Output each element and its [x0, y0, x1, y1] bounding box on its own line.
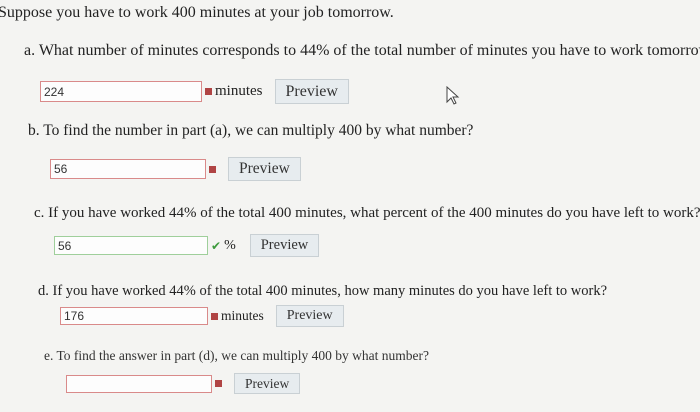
answer-row-e: Preview — [66, 373, 301, 394]
mouse-cursor-icon — [446, 86, 460, 105]
question-e-text: e. To find the answer in part (d), we ca… — [44, 348, 429, 363]
problem-intro: Suppose you have to work 400 minutes at … — [0, 4, 394, 21]
preview-button-c[interactable]: Preview — [249, 234, 320, 257]
unit-label-d: minutes — [221, 308, 264, 323]
incorrect-mark-icon — [209, 165, 216, 173]
answer-row-d: minutes Preview — [60, 305, 344, 327]
answer-input-c[interactable] — [54, 236, 208, 255]
answer-input-b[interactable] — [50, 159, 206, 179]
preview-button-a[interactable]: Preview — [274, 79, 349, 104]
answer-row-a: minutes Preview — [40, 79, 349, 104]
preview-button-e[interactable]: Preview — [234, 373, 301, 394]
incorrect-mark-icon — [205, 88, 212, 95]
incorrect-mark-icon — [215, 380, 222, 387]
answer-row-c: ✔ % Preview — [54, 234, 320, 257]
answer-row-b: Preview — [50, 157, 301, 181]
check-mark-icon: ✔ — [211, 238, 222, 253]
answer-input-d[interactable] — [60, 307, 208, 325]
answer-input-a[interactable] — [40, 81, 202, 102]
preview-button-b[interactable]: Preview — [228, 157, 301, 181]
incorrect-mark-icon — [211, 312, 218, 320]
preview-button-d[interactable]: Preview — [275, 305, 344, 327]
answer-input-e[interactable] — [66, 374, 212, 393]
unit-label-a: minutes — [215, 83, 263, 99]
unit-label-c: % — [224, 237, 236, 253]
question-d-text: d. If you have worked 44% of the total 4… — [38, 283, 608, 299]
question-b-text: b. To find the number in part (a), we ca… — [28, 122, 474, 139]
question-a-text: a. What number of minutes corresponds to… — [24, 42, 700, 59]
question-c-text: c. If you have worked 44% of the total 4… — [34, 205, 700, 221]
